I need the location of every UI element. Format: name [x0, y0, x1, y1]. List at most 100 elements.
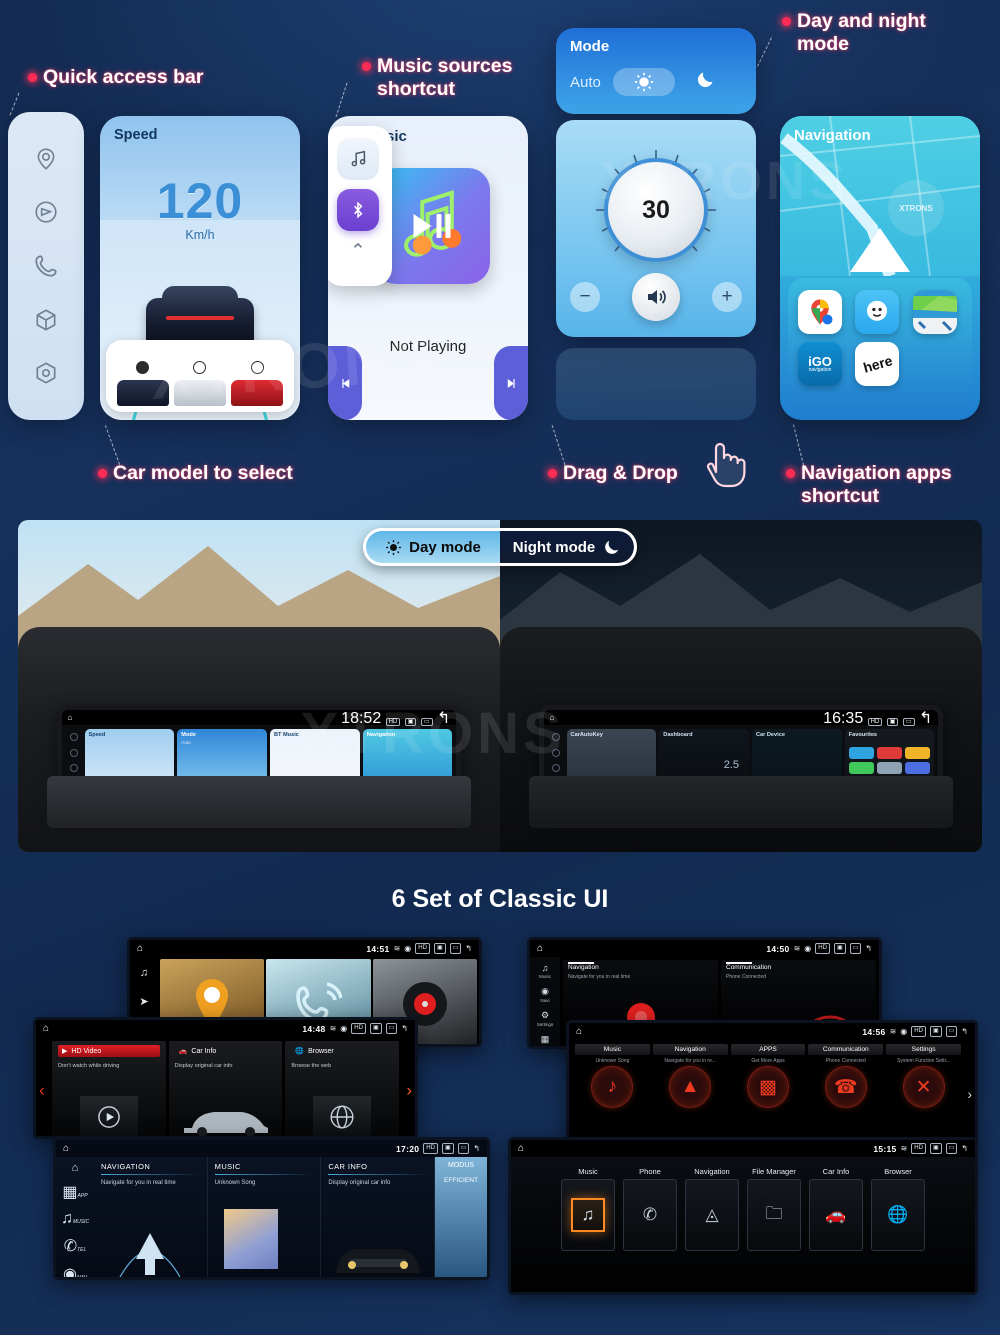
navigation-arrow-icon[interactable]: ➤ — [139, 995, 148, 1008]
car-icon[interactable]: 🚗 — [819, 1198, 853, 1232]
pane-car-info[interactable]: CAR INFO Display original car info — [321, 1157, 436, 1277]
sidebar-item-music[interactable]: ♫ Music — [539, 963, 551, 979]
speed-widget[interactable]: Speed 120 Km/h — [100, 116, 300, 420]
back-icon[interactable]: ↰ — [865, 944, 872, 953]
pause-icon[interactable] — [436, 214, 451, 238]
tab-day-mode[interactable]: Day mode — [366, 531, 500, 563]
home-icon[interactable]: ⌂ — [137, 943, 143, 954]
back-icon[interactable]: ↰ — [961, 1027, 968, 1036]
app-box[interactable]: 🌐 — [871, 1179, 925, 1251]
sidebar-item-tel[interactable]: ✆TEL — [64, 1236, 87, 1256]
phone-icon[interactable] — [33, 253, 59, 279]
car-model-option[interactable] — [114, 361, 171, 406]
radio[interactable] — [193, 361, 207, 374]
sidebar-item-app[interactable]: ▦APP — [62, 1182, 87, 1202]
music-note-icon[interactable]: ♫ — [571, 1198, 605, 1232]
column-settings[interactable]: Settings System Function Setti... ✕ — [886, 1044, 961, 1142]
phone-bubble-icon[interactable]: ✆ — [633, 1198, 667, 1232]
sun-icon[interactable] — [612, 68, 675, 96]
classic-ui-screen-f[interactable]: ⌂ 15:15 ≋ HD ▣ ▭ ↰ Music ♫ Phone ✆ Navig… — [508, 1137, 978, 1295]
music-widget[interactable]: sic ⌃ Not Playing — [328, 116, 528, 420]
play-pause-overlay[interactable] — [413, 214, 451, 238]
cube-icon[interactable] — [33, 307, 59, 333]
sidebar-item-settings[interactable]: ⚙ Settings — [537, 1010, 554, 1027]
speaker-icon[interactable] — [632, 273, 680, 321]
globe-icon[interactable]: 🌐 — [881, 1198, 915, 1232]
quick-access-bar[interactable] — [8, 112, 84, 420]
back-icon[interactable]: ↰ — [961, 1144, 968, 1153]
column-communication[interactable]: Communication Phone Connected ☎ — [808, 1044, 884, 1142]
tab-night-mode[interactable]: Night mode — [500, 531, 634, 563]
navigation-arrow-icon[interactable] — [33, 199, 59, 225]
chevron-up-icon[interactable]: ⌃ — [350, 240, 366, 263]
app-box[interactable]: ♫ — [561, 1179, 615, 1251]
folder-icon[interactable]: 🗀 — [757, 1198, 791, 1232]
card-car-info[interactable]: 🚗 Car Info Display original car info — [168, 1041, 283, 1136]
side-rail[interactable]: ♫ Music ◉ Navi ⚙ Settings ▦ APPS — [530, 957, 560, 1046]
home-icon[interactable]: ⌂ — [63, 1143, 69, 1154]
sidebar-item-music[interactable]: ♫MUSIC — [61, 1210, 89, 1228]
chevron-right-icon[interactable]: › — [406, 1081, 412, 1098]
navigation-apps-grid[interactable]: iGO navigation here — [788, 278, 972, 412]
classic-ui-screen-c[interactable]: ⌂ 14:48 ≋ ◉ HD ▣ ▭ ↰ ‹ ▶ HD Video Don't … — [33, 1017, 418, 1139]
app-box[interactable]: 🚗 — [809, 1179, 863, 1251]
telephone-icon[interactable]: ☎ — [824, 1066, 867, 1108]
tools-icon[interactable]: ✕ — [902, 1066, 945, 1108]
app-item-car-info[interactable]: Car Info 🚗 — [809, 1167, 863, 1251]
app-item-file-manager[interactable]: File Manager 🗀 — [747, 1167, 801, 1251]
car-model-selector[interactable] — [106, 340, 294, 412]
moon-icon[interactable] — [695, 69, 716, 96]
column-apps[interactable]: APPS Get More Apps ▩ — [730, 1044, 806, 1142]
back-icon[interactable]: ↰ — [919, 710, 932, 727]
igo-app-icon[interactable]: iGO navigation — [798, 342, 842, 386]
pane-music[interactable]: MUSIC Unknown Song — [208, 1157, 322, 1277]
sidebar-item-apps[interactable]: ▦ APPS — [539, 1034, 551, 1046]
mode-widget[interactable]: Mode Auto — [556, 28, 756, 114]
back-icon[interactable]: ↰ — [465, 944, 472, 953]
back-icon[interactable]: ↰ — [473, 1144, 480, 1153]
chevron-left-icon[interactable]: ‹ — [39, 1081, 45, 1098]
waze-app-icon[interactable] — [855, 290, 900, 334]
app-box[interactable]: ✆ — [623, 1179, 677, 1251]
car-model-option[interactable] — [229, 361, 286, 406]
back-icon[interactable]: ↰ — [437, 710, 450, 727]
app-item-phone[interactable]: Phone ✆ — [623, 1167, 677, 1251]
google-maps-app-icon[interactable] — [798, 290, 842, 334]
home-icon[interactable]: ⌂ — [68, 713, 73, 722]
classic-ui-screen-e[interactable]: ⌂ 17:20 HD ▣ ▭ ↰ ⌂ ▦APP ♫MUSIC ✆TEL ◉NAV… — [53, 1137, 490, 1280]
play-icon[interactable] — [413, 214, 432, 238]
app-item-browser[interactable]: Browser 🌐 — [871, 1167, 925, 1251]
card-browser[interactable]: 🌐 Browser Browse the web — [285, 1041, 400, 1136]
car-model-option[interactable] — [171, 361, 228, 406]
navigation-arrow-icon[interactable]: ▲ — [669, 1066, 712, 1108]
home-icon[interactable]: ⌂ — [576, 1026, 582, 1037]
apps-grid-icon[interactable]: ▩ — [746, 1066, 789, 1108]
home-icon[interactable]: ⌂ — [550, 713, 555, 722]
back-icon[interactable]: ↰ — [401, 1024, 408, 1033]
home-icon[interactable]: ⌂ — [537, 943, 543, 954]
side-rail[interactable]: ⌂ ▦APP ♫MUSIC ✆TEL ◉NAV — [56, 1157, 94, 1277]
map-nav-icon[interactable]: ◬ — [695, 1198, 729, 1232]
app-box[interactable]: ◬ — [685, 1179, 739, 1251]
here-app-icon[interactable]: here — [855, 342, 900, 386]
previous-track-button[interactable] — [328, 346, 362, 420]
pane-navigation[interactable]: NAVIGATION Navigate for you in real time — [94, 1157, 208, 1277]
minus-icon[interactable]: − — [570, 282, 600, 312]
volume-widget[interactable]: 30 − + — [556, 120, 756, 337]
app-item-navigation[interactable]: Navigation ◬ — [685, 1167, 739, 1251]
hexagon-gear-icon[interactable] — [33, 360, 59, 386]
home-icon[interactable]: ⌂ — [518, 1143, 524, 1154]
sidebar-item-navi[interactable]: ◉ Navi — [540, 986, 549, 1003]
music-note-icon[interactable]: ♫ — [140, 967, 148, 979]
card-hd-video[interactable]: ▶ HD Video Don't watch while driving — [52, 1041, 166, 1136]
volume-dial[interactable]: 30 — [604, 158, 708, 262]
music-sources-popup[interactable]: ⌃ — [328, 126, 392, 286]
radio[interactable] — [250, 361, 264, 374]
pane-modus[interactable]: MODUS EFFICIENT — [435, 1157, 487, 1277]
navigation-widget[interactable]: XTRONS Navigation iGO navigation here — [780, 116, 980, 420]
radio-selected[interactable] — [136, 361, 150, 374]
location-pin-icon[interactable] — [33, 146, 59, 172]
home-icon[interactable]: ⌂ — [72, 1162, 79, 1174]
chevron-right-icon[interactable]: › — [967, 1087, 972, 1101]
bluetooth-icon[interactable] — [337, 189, 379, 231]
